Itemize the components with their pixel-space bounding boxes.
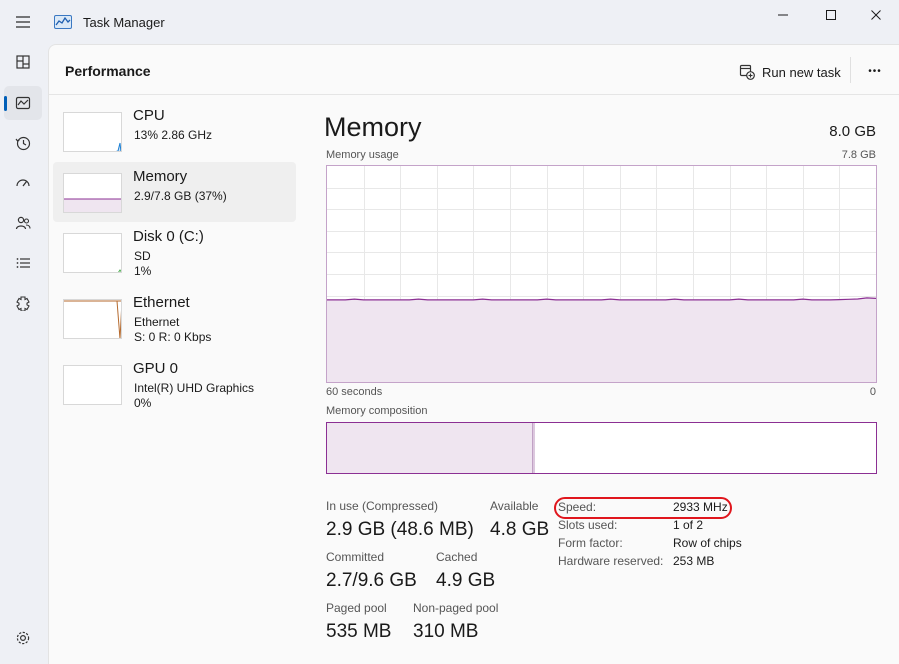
composition-modified-segment xyxy=(533,423,535,473)
device-detail: Ethernet xyxy=(134,315,180,329)
hardware-reserved-key: Hardware reserved: xyxy=(558,554,664,568)
memory-usage-label: Memory usage xyxy=(326,149,399,161)
ethernet-mini-graph xyxy=(64,300,121,338)
minimize-button[interactable] xyxy=(760,0,806,30)
title-bar: Task Manager xyxy=(0,0,899,44)
close-button[interactable] xyxy=(853,0,899,30)
cpu-mini-graph xyxy=(115,142,121,151)
performance-icon xyxy=(15,96,31,110)
device-detail-2: 1% xyxy=(134,264,152,278)
memory-title: Memory xyxy=(324,112,422,142)
nav-menu-button[interactable] xyxy=(4,5,42,39)
graph-time-zero: 0 xyxy=(869,386,876,398)
run-new-task-icon xyxy=(739,64,755,80)
device-name: CPU xyxy=(133,107,165,124)
device-thumbnail-graph xyxy=(63,365,122,405)
device-name: GPU 0 xyxy=(133,360,179,377)
available-label: Available xyxy=(490,499,539,513)
services-icon xyxy=(16,296,30,311)
device-detail: SD xyxy=(134,249,151,263)
slots-used-value: 1 of 2 xyxy=(673,518,704,532)
gear-icon xyxy=(16,631,30,645)
device-memory[interactable]: Memory 2.9/7.8 GB (37%) xyxy=(53,162,296,222)
non-paged-pool-label: Non-paged pool xyxy=(413,601,499,615)
startup-icon xyxy=(16,179,30,187)
composition-in-use-segment xyxy=(327,423,533,473)
more-icon: ••• xyxy=(868,65,882,77)
nav-details[interactable] xyxy=(4,246,42,280)
memory-mini-graph xyxy=(64,198,121,212)
disk-mini-graph xyxy=(118,269,121,272)
available-value: 4.8 GB xyxy=(490,519,550,540)
maximize-button[interactable] xyxy=(808,0,854,30)
minimize-icon xyxy=(778,14,788,16)
memory-usage-max: 7.8 GB xyxy=(841,149,876,161)
content-pane: Performance Run new task ••• CPU 13% 2.8… xyxy=(48,44,899,664)
navigation-rail xyxy=(0,0,46,664)
device-cpu[interactable]: CPU 13% 2.86 GHz xyxy=(53,101,296,161)
device-detail-2: S: 0 R: 0 Kbps xyxy=(134,330,212,344)
device-detail-2: 0% xyxy=(134,396,152,410)
device-name: Ethernet xyxy=(133,294,190,311)
maximize-icon xyxy=(826,10,836,20)
in-use-label: In use (Compressed) xyxy=(326,499,439,513)
device-disk[interactable]: Disk 0 (C:) SD 1% xyxy=(53,222,296,282)
memory-usage-chart xyxy=(327,166,877,382)
active-nav-indicator xyxy=(4,96,7,111)
device-detail: Intel(R) UHD Graphics xyxy=(134,381,255,395)
run-new-task-button[interactable]: Run new task xyxy=(739,61,841,83)
cached-label: Cached xyxy=(436,550,478,564)
task-manager-app-icon xyxy=(54,15,72,29)
nav-startup-apps[interactable] xyxy=(4,166,42,200)
speed-highlight-annotation xyxy=(554,497,732,519)
nav-settings[interactable] xyxy=(4,621,42,655)
details-icon xyxy=(16,258,30,268)
device-name: Memory xyxy=(133,168,188,185)
device-ethernet[interactable]: Ethernet Ethernet S: 0 R: 0 Kbps xyxy=(53,288,296,348)
device-name: Disk 0 (C:) xyxy=(133,228,204,245)
nav-app-history[interactable] xyxy=(4,126,42,160)
cached-value: 4.9 GB xyxy=(436,570,496,591)
non-paged-pool-value: 310 MB xyxy=(413,621,479,642)
users-icon xyxy=(15,216,31,230)
more-options-button[interactable]: ••• xyxy=(863,59,887,83)
nav-performance[interactable] xyxy=(4,86,42,120)
page-header: Performance Run new task ••• xyxy=(49,45,899,95)
memory-composition-bar xyxy=(326,422,877,474)
processes-icon xyxy=(16,55,30,69)
paged-pool-label: Paged pool xyxy=(326,601,387,615)
device-detail: 13% 2.86 GHz xyxy=(134,128,213,142)
device-detail: 2.9/7.8 GB (37%) xyxy=(134,189,227,203)
device-thumbnail-graph xyxy=(63,233,122,273)
hamburger-icon xyxy=(16,16,30,28)
header-separator xyxy=(850,57,851,83)
device-thumbnail-graph xyxy=(63,173,122,213)
memory-total: 8.0 GB xyxy=(829,123,876,140)
memory-usage-graph xyxy=(326,165,877,383)
form-factor-key: Form factor: xyxy=(558,536,623,550)
device-gpu[interactable]: GPU 0 Intel(R) UHD Graphics 0% xyxy=(53,354,296,414)
slots-used-key: Slots used: xyxy=(558,518,618,532)
window-title: Task Manager xyxy=(83,15,165,30)
device-thumbnail-graph xyxy=(63,112,122,152)
committed-label: Committed xyxy=(326,550,385,564)
committed-value: 2.7/9.6 GB xyxy=(326,570,417,591)
in-use-value: 2.9 GB (48.6 MB) xyxy=(326,519,474,540)
history-icon xyxy=(15,136,31,151)
nav-services[interactable] xyxy=(4,286,42,320)
close-icon xyxy=(871,10,881,20)
device-thumbnail-graph xyxy=(63,299,122,339)
nav-processes[interactable] xyxy=(4,45,42,79)
nav-users[interactable] xyxy=(4,206,42,240)
page-title: Performance xyxy=(65,63,151,79)
memory-composition-label: Memory composition xyxy=(326,405,428,417)
form-factor-value: Row of chips xyxy=(673,536,742,550)
graph-time-span: 60 seconds xyxy=(326,386,383,398)
run-new-task-label: Run new task xyxy=(762,64,841,80)
paged-pool-value: 535 MB xyxy=(326,621,392,642)
hardware-reserved-value: 253 MB xyxy=(673,554,715,568)
